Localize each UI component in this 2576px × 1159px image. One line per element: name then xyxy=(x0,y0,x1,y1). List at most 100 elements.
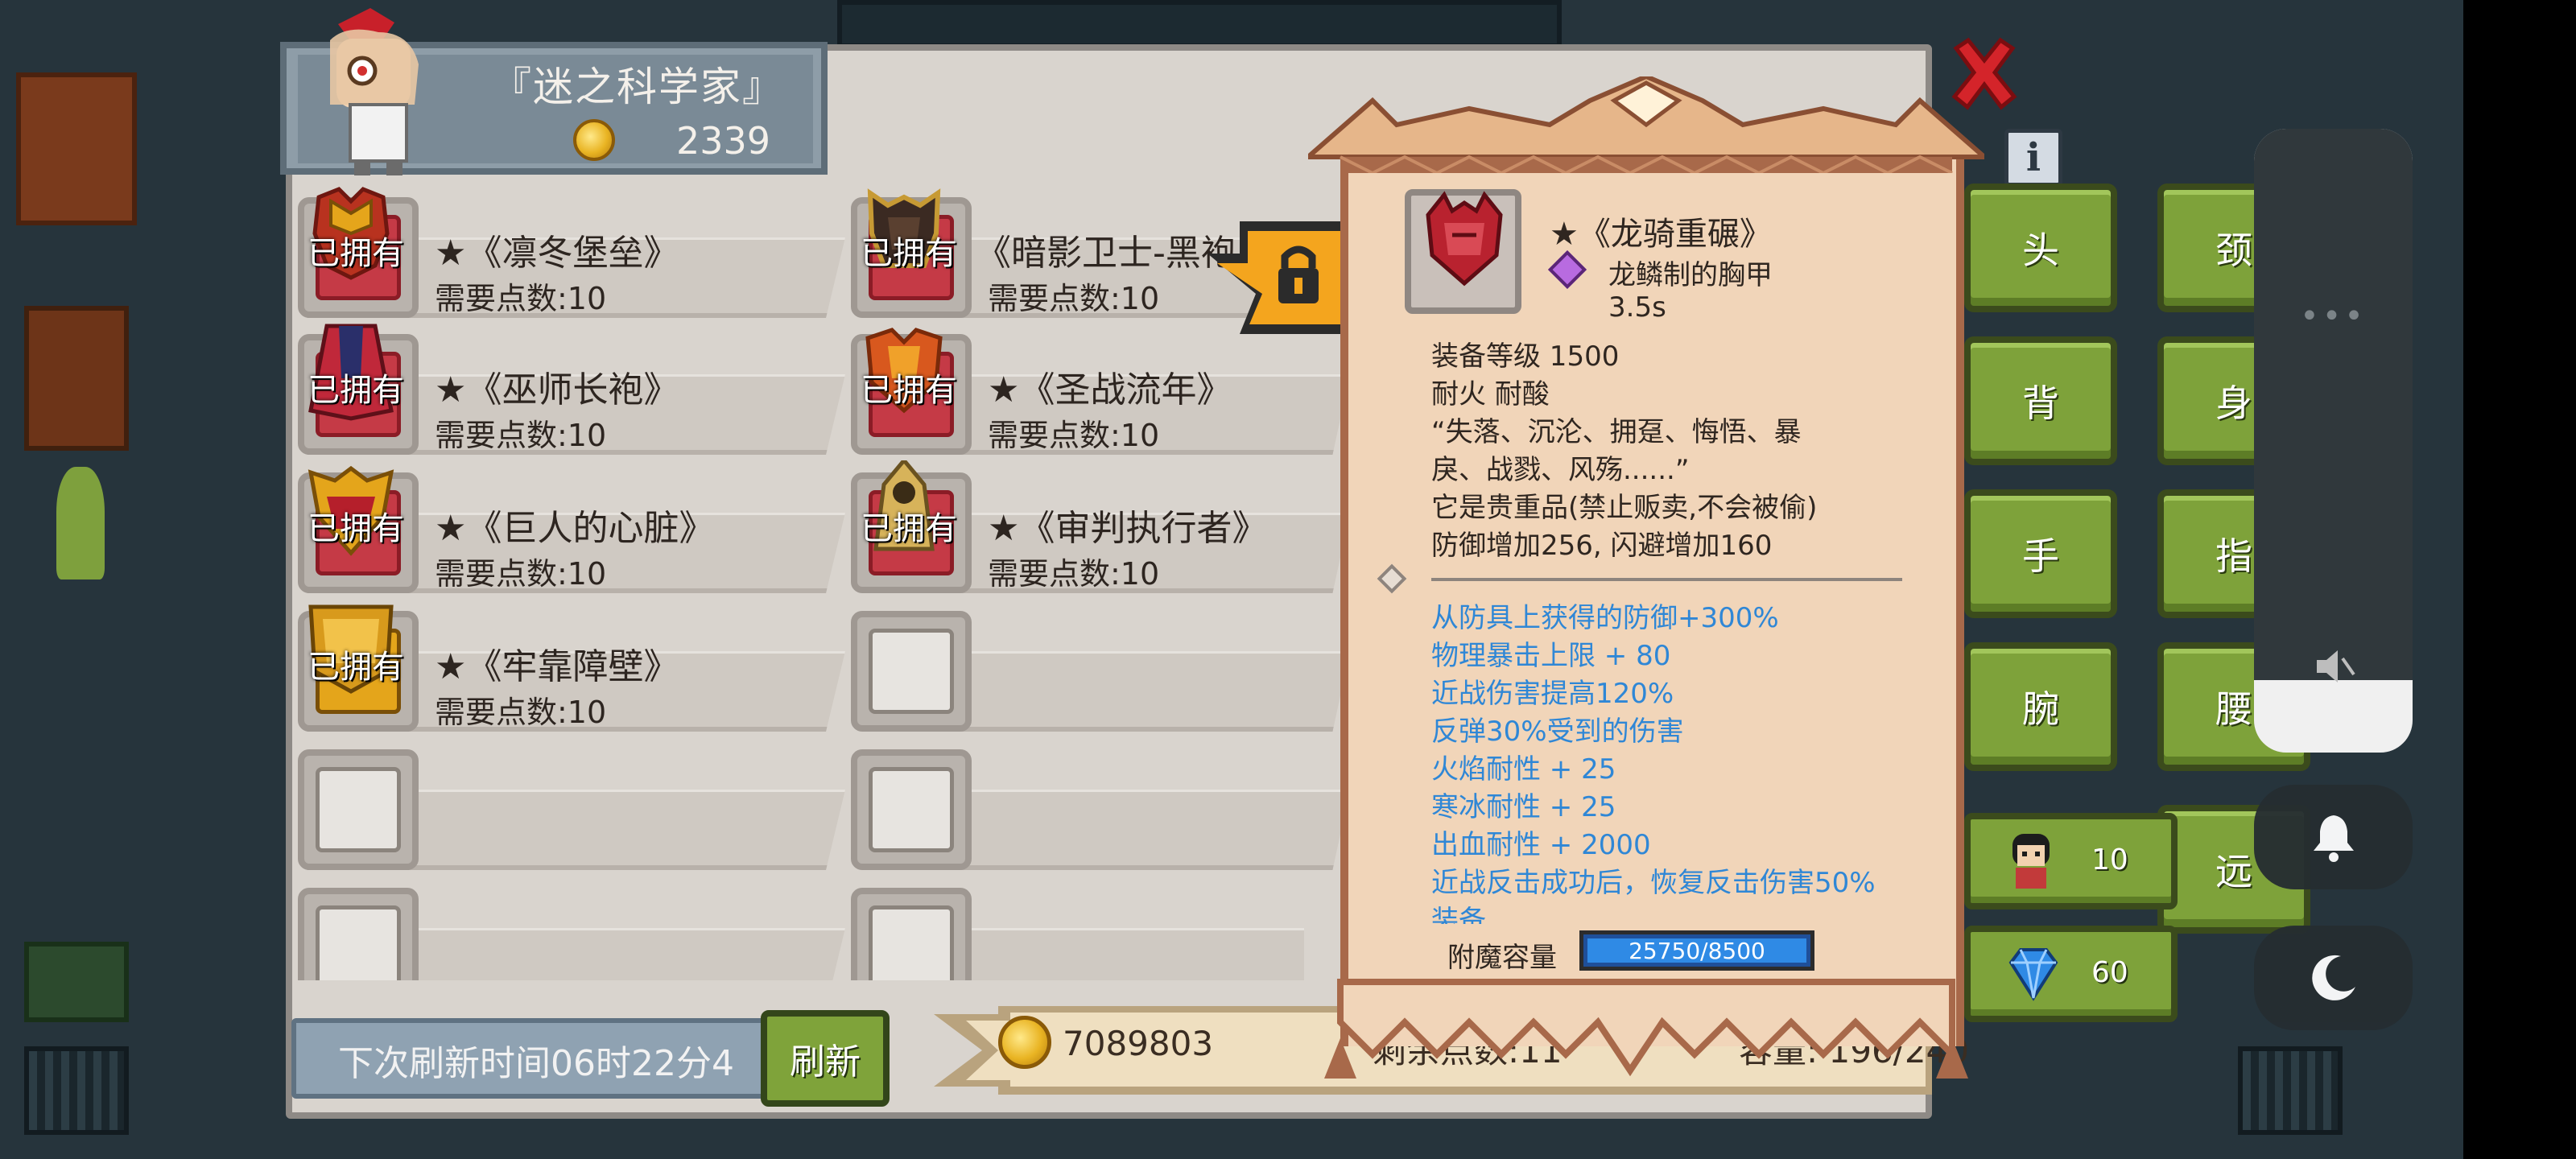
gem-stat-button[interactable]: 60 xyxy=(1964,926,2178,1022)
tooltip-subtitle: 龙鳞制的胸甲 xyxy=(1608,259,1773,291)
item-slot xyxy=(851,749,972,870)
merchant-name: 『迷之科学家』 xyxy=(491,64,784,110)
lock-icon[interactable] xyxy=(1208,221,1352,334)
tooltip-header-ornament xyxy=(1308,76,1984,173)
effect-line: 物理暴击上限 + 80 xyxy=(1431,640,1671,672)
floor-vent-right xyxy=(2238,1046,2343,1135)
owned-tag: 已拥有 xyxy=(308,649,404,686)
merchant-avatar xyxy=(330,8,419,175)
dark-mode-toggle[interactable] xyxy=(2254,926,2413,1030)
owned-tag: 已拥有 xyxy=(308,235,404,272)
close-icon[interactable] xyxy=(1948,36,2021,113)
character-portrait-icon xyxy=(2013,834,2050,889)
item-slot xyxy=(851,611,972,732)
item-cost: 需要点数:10 xyxy=(435,695,607,730)
furniture-cabinet xyxy=(16,72,137,225)
effect-line: 从防具上获得的防御+300% xyxy=(1431,602,1779,634)
tooltip-title: ★《龙骑重碾》 xyxy=(1550,216,1772,253)
bell-icon xyxy=(2313,815,2354,862)
shop-row-partial xyxy=(290,884,1304,980)
item-cost: 需要点数:10 xyxy=(988,556,1160,592)
system-volume-panel[interactable]: ••• xyxy=(2254,129,2413,753)
tooltip-divider xyxy=(1431,578,1902,581)
wall-machinery xyxy=(837,0,1562,48)
character-stat-button[interactable]: 10 xyxy=(1964,813,2178,909)
moon-icon xyxy=(2311,955,2355,1000)
dragon-armor-icon xyxy=(1426,191,1503,287)
item-name: ★《巨人的心脏》 xyxy=(435,508,715,549)
refresh-button[interactable]: 刷新 xyxy=(761,1010,890,1107)
shop-item-empty[interactable] xyxy=(843,884,1304,980)
tooltip-item-slot xyxy=(1405,189,1521,314)
item-bar xyxy=(362,790,845,870)
shop-item[interactable]: 已拥有 ★《巫师长袍》 需要点数:10 xyxy=(290,324,845,459)
shop-item[interactable]: 已拥有 ★《巨人的心脏》 需要点数:10 xyxy=(290,465,845,597)
shop-item[interactable]: 已拥有 ★《凛冬堡垒》 需要点数:10 xyxy=(290,187,845,322)
flavor-text-line1: “失落、沉沦、拥趸、悔悟、暴 xyxy=(1431,416,1802,448)
tooltip-footer-ornament xyxy=(1324,979,1968,1079)
item-name: ★《牢靠障壁》 xyxy=(435,646,679,687)
speaker-muted-icon[interactable] xyxy=(2312,644,2357,689)
circuit-board-decoration xyxy=(24,942,129,1022)
owned-tag: 已拥有 xyxy=(861,235,957,272)
info-icon[interactable]: i xyxy=(2004,129,2062,187)
equip-slot-wrist[interactable]: 腕 xyxy=(1964,642,2117,771)
item-bar xyxy=(915,790,1350,870)
item-bar xyxy=(915,928,1304,980)
item-slot xyxy=(298,888,419,980)
item-name: ★《凛冬堡垒》 xyxy=(435,233,679,274)
tooltip-duration: 3.5s xyxy=(1608,291,1666,324)
equip-level: 装备等级 1500 xyxy=(1431,340,1620,373)
screen-edge-bar xyxy=(2463,0,2576,1159)
item-slot-inner xyxy=(316,905,401,980)
more-options-icon[interactable]: ••• xyxy=(2254,298,2413,335)
resistances: 耐火 耐酸 xyxy=(1431,378,1550,410)
owned-tag: 已拥有 xyxy=(861,372,957,409)
gold-coin-icon xyxy=(998,1016,1051,1069)
owned-tag: 已拥有 xyxy=(308,372,404,409)
item-slot-inner xyxy=(869,905,954,980)
owned-tag: 已拥有 xyxy=(861,510,957,547)
item-slot-inner xyxy=(869,629,954,714)
item-bar xyxy=(915,651,1350,732)
equip-slot-back[interactable]: 背 xyxy=(1964,336,2117,465)
owned-tag: 已拥有 xyxy=(308,510,404,547)
plant-decoration xyxy=(56,467,105,580)
item-cost: 需要点数:10 xyxy=(435,418,607,453)
shop-item-empty[interactable] xyxy=(843,745,1350,874)
character-stat-value: 10 xyxy=(2091,843,2128,876)
item-cost: 需要点数:10 xyxy=(435,281,607,316)
defense-stats: 防御增加256, 闪避增加160 xyxy=(1431,530,1773,562)
shop-item-empty[interactable] xyxy=(290,884,845,980)
furniture-chair xyxy=(24,306,129,451)
notification-toggle[interactable] xyxy=(2254,785,2413,889)
item-slot-inner xyxy=(869,767,954,852)
refresh-timer: 下次刷新时间06时22分4 xyxy=(338,1043,734,1084)
item-cost: 需要点数:10 xyxy=(988,281,1160,316)
diamond-icon xyxy=(2008,948,2058,1001)
equip-slot-hand[interactable]: 手 xyxy=(1964,489,2117,618)
item-name: 《暗影卫士-黑袍 xyxy=(976,233,1236,274)
shop-item[interactable]: 已拥有 ★《牢靠障壁》 需要点数:10 xyxy=(290,604,845,736)
merchant-coin-count: 2339 xyxy=(676,119,771,163)
effect-line: 反弹30%受到的伤害 xyxy=(1431,716,1684,748)
item-slot xyxy=(851,888,972,980)
shop-item-empty[interactable] xyxy=(843,607,1350,736)
item-bar xyxy=(362,928,845,980)
shop-item[interactable]: 已拥有 ★《审判执行者》 需要点数:10 xyxy=(843,460,1350,597)
floor-vent xyxy=(24,1046,129,1135)
effect-line: 装备 xyxy=(1431,905,1486,924)
gold-amount: 7089803 xyxy=(1063,1024,1214,1063)
shop-item-empty[interactable] xyxy=(290,745,845,874)
effect-line: 火焰耐性 + 25 xyxy=(1431,753,1616,786)
shop-item[interactable]: 已拥有 ★《圣战流年》 需要点数:10 xyxy=(843,328,1350,459)
equip-slot-head[interactable]: 头 xyxy=(1964,184,2117,312)
effects-list[interactable]: 从防具上获得的防御+300% 物理暴击上限 + 80 近战伤害提高120% 反弹… xyxy=(1417,596,1932,924)
item-name: ★《圣战流年》 xyxy=(988,369,1232,410)
effect-line: 出血耐性 + 2000 xyxy=(1431,829,1651,861)
gem-stat-value: 60 xyxy=(2091,956,2128,989)
item-name: ★《审判执行者》 xyxy=(988,508,1268,549)
effect-line: 近战反击成功后，恢复反击伤害50% xyxy=(1431,867,1876,899)
item-slot xyxy=(298,749,419,870)
flavor-text-line2: 戾、战戮、风殇......” xyxy=(1431,454,1690,486)
